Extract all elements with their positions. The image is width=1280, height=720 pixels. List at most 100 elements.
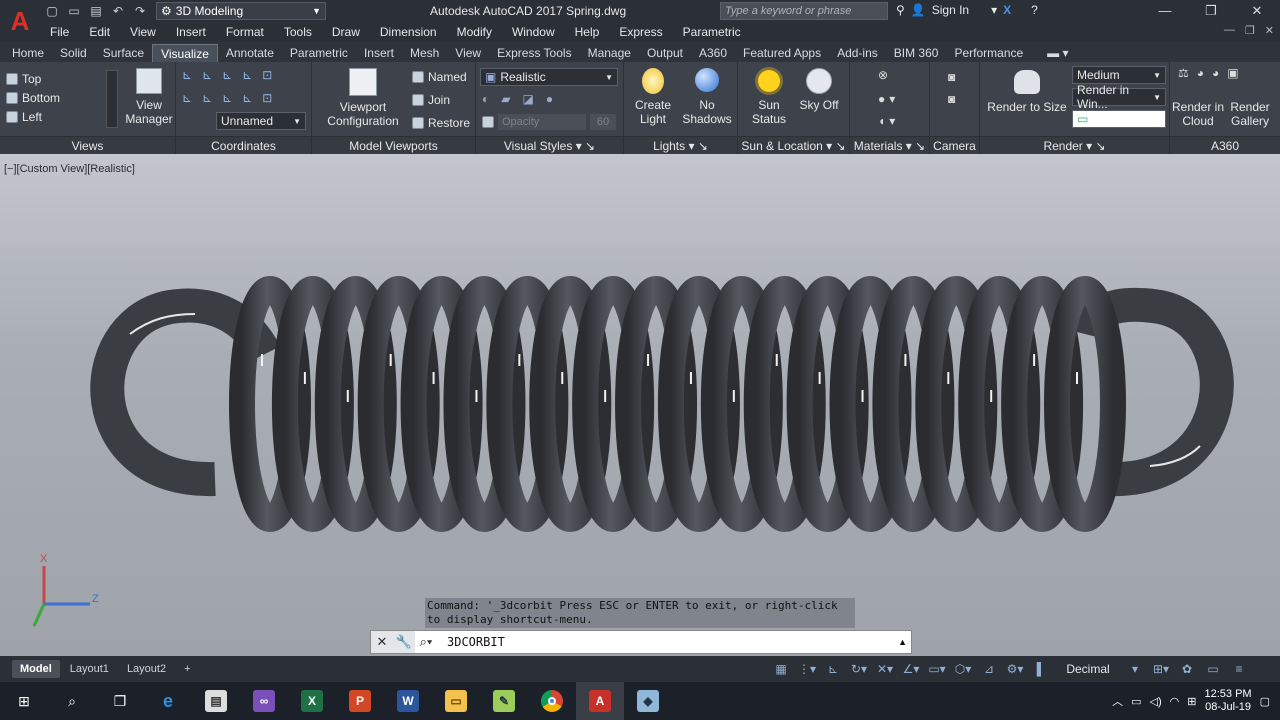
materials-editor-button[interactable]: ● ▾ (878, 92, 895, 106)
sign-in-button[interactable]: Sign In (932, 3, 969, 17)
menu-item-window[interactable]: Window (502, 25, 565, 39)
ortho-icon[interactable]: ⊾ (822, 659, 844, 679)
edge-browser-icon[interactable]: e (144, 682, 192, 720)
dynamic-ucs-icon[interactable]: ⊿ (978, 659, 1000, 679)
tab-solid[interactable]: Solid (52, 44, 95, 62)
workspace-selector[interactable]: ⚙ 3D Modeling ▼ (156, 2, 326, 20)
units-dropdown-icon[interactable]: ▾ (1124, 659, 1146, 679)
tab-manage[interactable]: Manage (580, 44, 639, 62)
ucs-icons-row-2[interactable]: ⊾ ⊾ ⊾ ⊾ ⊡ (182, 91, 272, 105)
sky-off-button[interactable]: Sky Off (792, 68, 846, 112)
help-icon[interactable]: ? (1031, 3, 1038, 17)
notifications-icon[interactable]: ▢ (1260, 695, 1270, 708)
tab-featured-apps[interactable]: Featured Apps (735, 44, 829, 62)
chevron-up-icon[interactable]: ︿ (1112, 693, 1123, 709)
menu-item-express[interactable]: Express (609, 25, 672, 39)
selection-cycling-icon[interactable]: ▭▾ (926, 659, 948, 679)
task-view-icon[interactable]: ❐ (96, 682, 144, 720)
app-taskbar-icon[interactable]: ◆ (624, 682, 672, 720)
grid-icon[interactable]: ▦ (770, 659, 792, 679)
menu-item-tools[interactable]: Tools (274, 25, 322, 39)
menu-item-parametric[interactable]: Parametric (673, 25, 751, 39)
tab-insert[interactable]: Insert (356, 44, 402, 62)
materials-panel-label[interactable]: Materials ▾ ↘ (850, 136, 929, 154)
tab-parametric[interactable]: Parametric (282, 44, 356, 62)
lights-panel-label[interactable]: Lights ▾ ↘ (624, 136, 737, 154)
restore-button[interactable]: ❐ (1188, 0, 1234, 22)
system-clock[interactable]: 12:53 PM 08-Jul-19 (1205, 688, 1252, 714)
app-menu-button[interactable]: A (0, 0, 40, 42)
chrome-icon[interactable] (528, 682, 576, 720)
input-method-icon[interactable]: ⊞ (1187, 695, 1196, 708)
close-icon[interactable]: ✕ (1265, 24, 1274, 37)
tab-express-tools[interactable]: Express Tools (489, 44, 579, 62)
tab-surface[interactable]: Surface (95, 44, 152, 62)
views-scrollbar[interactable] (106, 70, 118, 128)
osnap-icon[interactable]: ✕▾ (874, 659, 896, 679)
drawing-viewport[interactable]: [−][Custom View][Realistic] X Z (0, 154, 1280, 656)
store-icon[interactable]: ▤ (192, 682, 240, 720)
opacity-control[interactable]: Opacity 60 (482, 114, 616, 130)
menu-item-format[interactable]: Format (216, 25, 274, 39)
clean-screen-icon[interactable]: ▭ (1202, 659, 1224, 679)
menu-item-edit[interactable]: Edit (79, 25, 120, 39)
start-button[interactable]: ⊞ (0, 682, 48, 720)
tab-performance[interactable]: Performance (946, 44, 1031, 62)
render-gallery-button[interactable]: Render Gallery (1222, 100, 1278, 128)
camera-display-button[interactable]: ◙ (948, 92, 955, 106)
ribbon-options-button[interactable]: ▬ ▾ (1039, 44, 1076, 62)
sun-location-panel-label[interactable]: Sun & Location ▾ ↘ (738, 136, 849, 154)
tab-mesh[interactable]: Mesh (402, 44, 447, 62)
gear-icon[interactable]: ⚙▾ (1004, 659, 1026, 679)
visual-style-select[interactable]: ▣ Realistic ▼ (480, 68, 618, 86)
materials-browser-button[interactable]: ⊗ (878, 68, 888, 82)
render-panel-label[interactable]: Render ▾ ↘ (980, 136, 1169, 154)
menu-item-dimension[interactable]: Dimension (370, 25, 447, 39)
viewport-configuration-button[interactable]: Viewport Configuration (318, 68, 408, 128)
redo-icon[interactable]: ↷ (132, 4, 148, 18)
tab-view[interactable]: View (447, 44, 489, 62)
ucs-icons-row-1[interactable]: ⊾ ⊾ ⊾ ⊾ ⊡ (182, 68, 272, 82)
otrack-icon[interactable]: ∠▾ (900, 659, 922, 679)
command-line[interactable]: ✕ 🔧 ⌕▾ 3DCORBIT ▲ (370, 630, 912, 654)
chevron-up-icon[interactable]: ▲ (898, 637, 907, 647)
visual-styles-panel-label[interactable]: Visual Styles ▾ ↘ (476, 136, 623, 154)
powerpoint-icon[interactable]: P (336, 682, 384, 720)
menu-item-insert[interactable]: Insert (166, 25, 216, 39)
view-item-left[interactable]: Left (6, 110, 42, 124)
command-input[interactable]: 3DCORBIT (447, 635, 505, 649)
word-icon[interactable]: W (384, 682, 432, 720)
ucs-named-select[interactable]: Unnamed ▼ (216, 112, 306, 130)
snap-icon[interactable]: ⋮▾ (796, 659, 818, 679)
battery-icon[interactable]: ▭ (1131, 695, 1141, 708)
menu-item-file[interactable]: File (40, 25, 79, 39)
visual-style-tools-row[interactable]: ◐ ▰ ◪ ● (482, 92, 553, 106)
restore-icon[interactable]: ❐ (1245, 24, 1255, 37)
a360-tools-row[interactable]: ⚖ ◕ ◕ ▣ (1178, 66, 1239, 80)
minimize-icon[interactable]: — (1224, 24, 1235, 37)
tab-home[interactable]: Home (4, 44, 52, 62)
units-button[interactable]: Decimal (1056, 662, 1120, 676)
restore-viewports-button[interactable]: Restore (412, 116, 470, 130)
material-mapping-button[interactable]: ◖ ▾ (878, 114, 895, 128)
tab-a360[interactable]: A360 (691, 44, 735, 62)
join-viewports-button[interactable]: Join (412, 93, 450, 107)
menu-item-view[interactable]: View (120, 25, 166, 39)
menu-item-draw[interactable]: Draw (322, 25, 370, 39)
tab-add-ins[interactable]: Add-ins (829, 44, 886, 62)
search-icon[interactable]: ⌕ (48, 682, 96, 720)
3d-osnap-icon[interactable]: ⬡▾ (952, 659, 974, 679)
view-manager-button[interactable]: View Manager (124, 68, 174, 126)
command-icon[interactable]: ⌕▾ (415, 631, 437, 653)
search-input[interactable]: Type a keyword or phrase (720, 2, 888, 20)
tab-annotate[interactable]: Annotate (218, 44, 282, 62)
visual-studio-icon[interactable]: ∞ (240, 682, 288, 720)
create-camera-button[interactable]: ◙ (948, 70, 955, 84)
file-explorer-icon[interactable]: ▭ (432, 682, 480, 720)
tab-visualize[interactable]: Visualize (152, 44, 218, 62)
menu-item-help[interactable]: Help (565, 25, 610, 39)
minimize-button[interactable]: — (1142, 0, 1188, 22)
lineweight-icon[interactable]: ▌ (1030, 659, 1052, 679)
chevron-down-icon[interactable]: ▾ (991, 3, 997, 17)
undo-icon[interactable]: ↶ (110, 4, 126, 18)
